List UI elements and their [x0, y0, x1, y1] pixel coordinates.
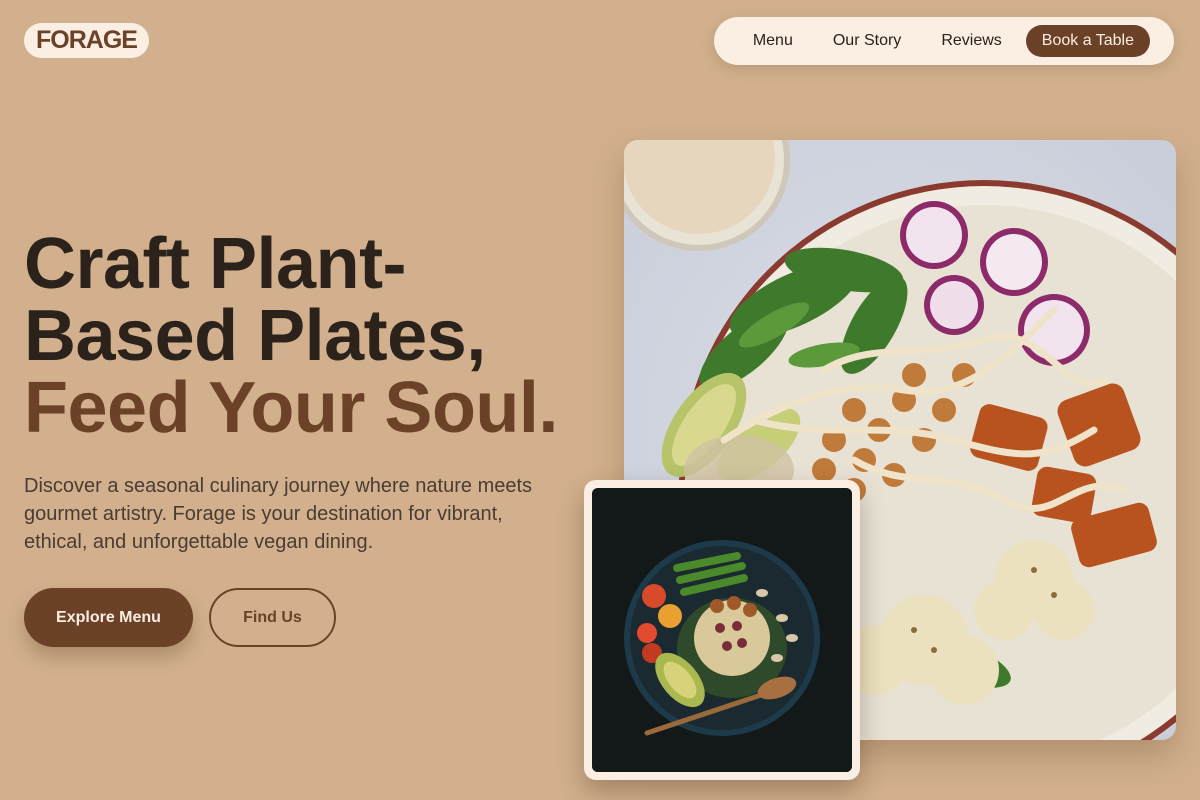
nav-item-our-story[interactable]: Our Story	[833, 32, 901, 50]
top-navigation: Menu Our Story Reviews Book a Table	[714, 17, 1174, 65]
find-us-button[interactable]: Find Us	[209, 588, 336, 647]
headline-line-2: Based Plates,	[24, 296, 486, 376]
hero-headline: Craft Plant- Based Plates, Feed Your Sou…	[24, 228, 604, 444]
hero-description: Discover a seasonal culinary journey whe…	[24, 475, 533, 553]
inset-photo-frame	[584, 480, 860, 780]
headline-accent: Feed Your Soul.	[24, 368, 558, 448]
dark-bowl-photo	[592, 488, 852, 772]
book-table-button[interactable]: Book a Table	[1025, 25, 1150, 57]
brand-logo[interactable]: FORAGE	[24, 23, 149, 58]
headline-line-1: Craft Plant-	[24, 224, 407, 304]
nav-item-reviews[interactable]: Reviews	[941, 32, 1001, 50]
nav-item-menu[interactable]: Menu	[753, 32, 793, 50]
explore-menu-button[interactable]: Explore Menu	[24, 588, 193, 647]
